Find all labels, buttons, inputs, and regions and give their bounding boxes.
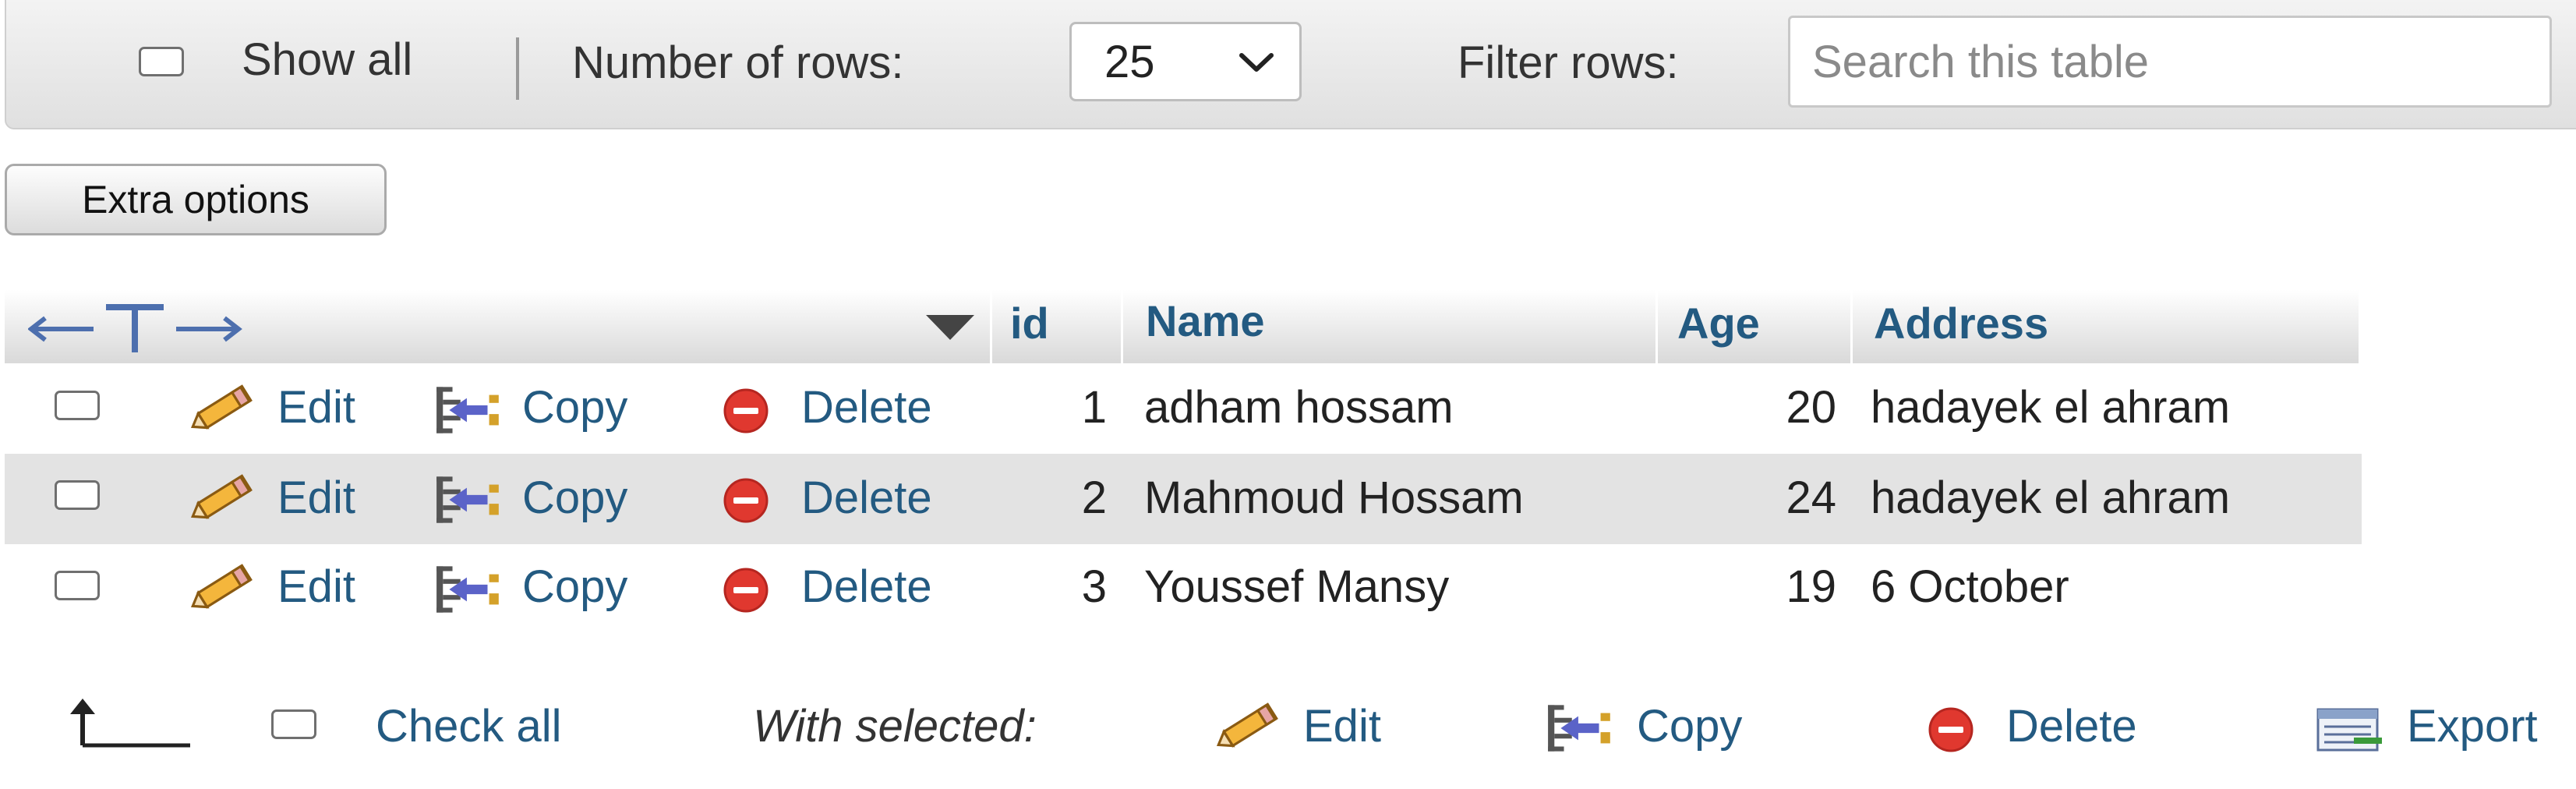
export-icon[interactable] — [2315, 706, 2385, 755]
row-checkbox[interactable] — [55, 571, 100, 600]
cell-id: 3 — [1081, 561, 1107, 612]
pencil-icon[interactable] — [1213, 700, 1288, 750]
rows-per-page-select[interactable]: 25 — [1069, 22, 1302, 101]
edit-link[interactable]: Edit — [277, 564, 355, 610]
show-all-checkbox[interactable] — [139, 47, 184, 76]
header-divider — [990, 290, 992, 363]
bulk-delete-link[interactable]: Delete — [2006, 704, 2137, 749]
check-all-link[interactable]: Check all — [376, 704, 562, 749]
pencil-icon[interactable] — [187, 561, 262, 611]
pencil-icon[interactable] — [187, 472, 262, 522]
navbar-separator — [516, 37, 519, 100]
cell-age: 20 — [1786, 382, 1836, 433]
cell-address: hadayek el ahram — [1871, 382, 2231, 433]
delete-link[interactable]: Delete — [801, 476, 932, 521]
cell-age: 24 — [1786, 472, 1836, 523]
row-checkbox[interactable] — [55, 391, 100, 420]
edit-link[interactable]: Edit — [277, 385, 355, 430]
delete-icon[interactable] — [712, 387, 779, 434]
column-header-age[interactable]: Age — [1677, 302, 1760, 345]
delete-icon[interactable] — [712, 477, 779, 524]
show-all-label[interactable]: Show all — [242, 37, 412, 83]
bulk-edit-link[interactable]: Edit — [1303, 704, 1381, 749]
column-resize-arrows-icon[interactable] — [28, 301, 246, 356]
column-header-name[interactable]: Name — [1146, 299, 1265, 343]
cell-address: hadayek el ahram — [1871, 472, 2231, 523]
copy-link[interactable]: Copy — [522, 385, 627, 430]
number-of-rows-label: Number of rows: — [572, 37, 904, 88]
sort-dropdown-icon[interactable] — [924, 313, 976, 341]
column-header-id[interactable]: id — [1010, 302, 1049, 345]
column-header-address[interactable]: Address — [1874, 302, 2048, 345]
copy-link[interactable]: Copy — [522, 564, 627, 610]
copy-link[interactable]: Copy — [522, 476, 627, 521]
arrow-up-left-icon — [70, 699, 190, 748]
pencil-icon[interactable] — [187, 382, 262, 432]
with-selected-label: With selected: — [753, 701, 1037, 752]
search-input[interactable] — [1788, 16, 2552, 108]
cell-name: Mahmoud Hossam — [1144, 472, 1524, 523]
copy-icon[interactable] — [433, 382, 505, 438]
row-checkbox[interactable] — [55, 480, 100, 510]
cell-age: 19 — [1786, 561, 1836, 612]
cell-address: 6 October — [1871, 561, 2069, 612]
copy-icon[interactable] — [433, 472, 505, 528]
edit-link[interactable]: Edit — [277, 476, 355, 521]
delete-icon[interactable] — [1917, 706, 1984, 753]
bulk-copy-link[interactable]: Copy — [1637, 704, 1742, 749]
delete-link[interactable]: Delete — [801, 385, 932, 430]
copy-icon[interactable] — [433, 561, 505, 617]
chevron-down-icon — [1239, 53, 1274, 72]
check-all-checkbox[interactable] — [271, 709, 316, 739]
header-divider — [1655, 290, 1658, 363]
rows-per-page-value: 25 — [1104, 37, 1155, 87]
filter-rows-label: Filter rows: — [1458, 37, 1679, 88]
header-divider — [1850, 290, 1853, 363]
delete-link[interactable]: Delete — [801, 564, 932, 610]
cell-name: Youssef Mansy — [1144, 561, 1450, 612]
cell-id: 2 — [1081, 472, 1107, 523]
cell-id: 1 — [1081, 382, 1107, 433]
delete-icon[interactable] — [712, 567, 779, 614]
cell-name: adham hossam — [1144, 382, 1454, 433]
header-divider — [1121, 290, 1123, 363]
export-link[interactable]: Export — [2407, 704, 2538, 749]
copy-icon[interactable] — [1545, 700, 1617, 756]
extra-options-button[interactable]: Extra options — [5, 164, 387, 235]
